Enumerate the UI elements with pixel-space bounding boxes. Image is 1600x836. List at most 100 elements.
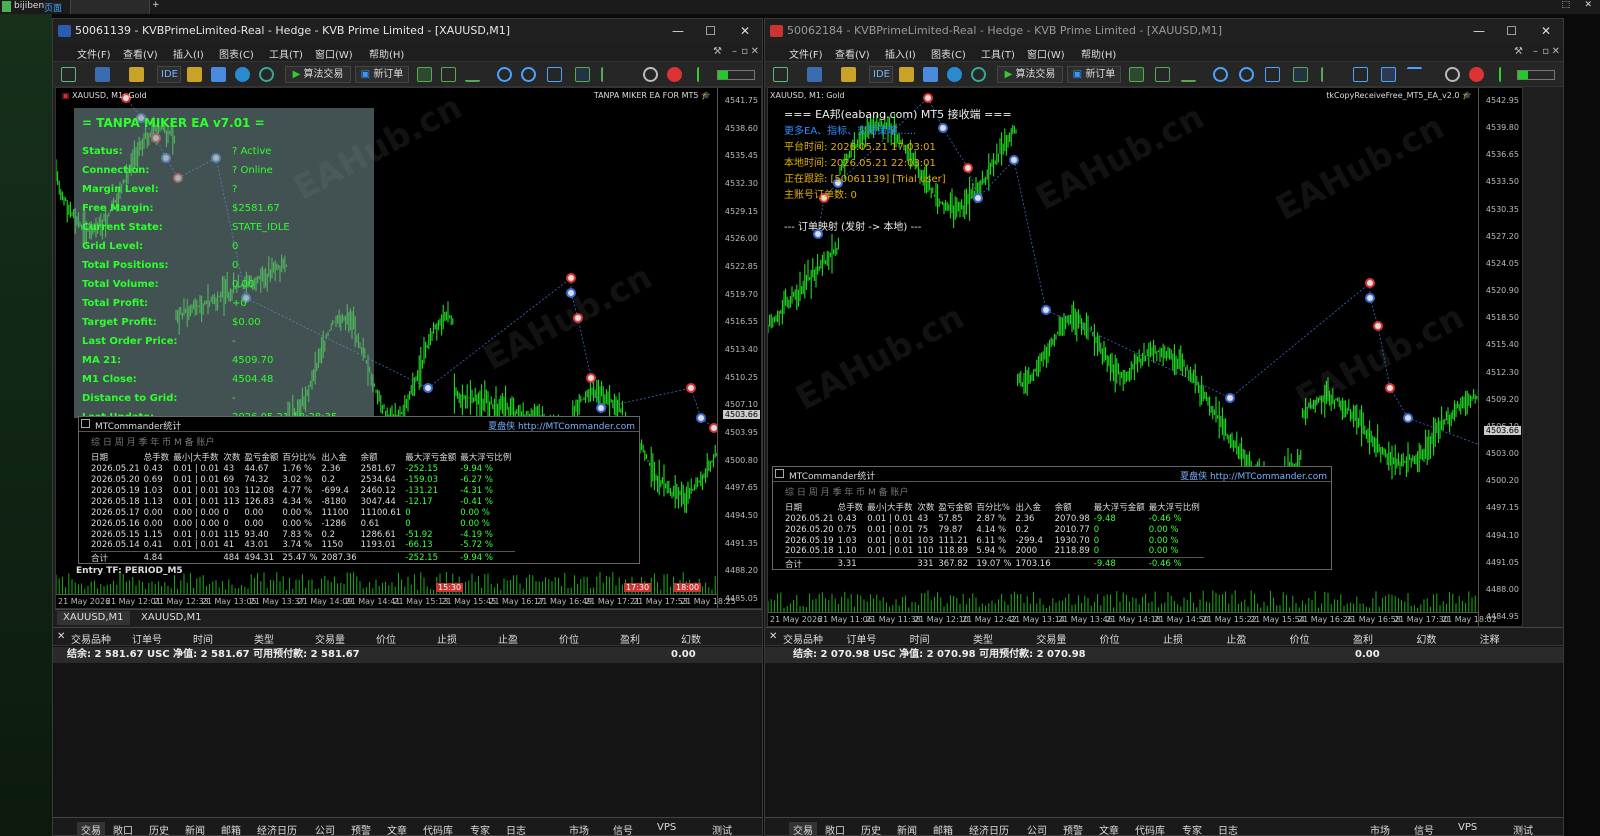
search-icon[interactable] (643, 67, 658, 82)
trade-marker[interactable] (938, 123, 948, 133)
new-order-button[interactable]: ▣ 新订单 (1067, 66, 1121, 83)
maximize-icon[interactable]: ☐ (1506, 19, 1517, 43)
autoscroll-icon[interactable] (1293, 67, 1308, 82)
close-icon[interactable]: ✕ (740, 19, 750, 43)
toolbox-tab[interactable]: 专家 (470, 822, 490, 835)
trade-column-header[interactable]: 止损 (1163, 631, 1183, 646)
menu-help[interactable]: 帮助(H) (369, 46, 404, 61)
menu-window[interactable]: 窗口(W) (315, 46, 353, 61)
restore-child-icon[interactable]: ▫ (741, 46, 748, 57)
lock-icon[interactable] (899, 67, 914, 82)
stats-period-tabs[interactable]: 综 日 周 月 季 年 币 M 备 账户 (91, 435, 215, 448)
zoom-in-icon[interactable] (497, 67, 512, 82)
trade-column-header[interactable]: 止盈 (498, 631, 518, 646)
trade-marker[interactable] (1041, 305, 1051, 315)
toolbox-tab[interactable]: 邮箱 (221, 822, 241, 835)
toolbox-tab[interactable]: 历史 (861, 822, 881, 835)
pin-icon[interactable]: ⚒ (713, 46, 722, 57)
toolbox-tab[interactable]: 专家 (1182, 822, 1202, 835)
grid-icon[interactable] (1265, 67, 1280, 82)
autoscroll-icon[interactable] (575, 67, 590, 82)
maximize-icon[interactable]: ☐ (705, 19, 716, 43)
timeframe-icon[interactable] (95, 67, 110, 82)
zoom-out-icon[interactable] (521, 67, 536, 82)
crosshair-icon[interactable] (1407, 67, 1422, 82)
price-chart[interactable]: EAHub.cn EAHub.cn EAHub.cn ▣ XAUUSD, M1:… (55, 87, 762, 609)
ide-button[interactable]: IDE (157, 66, 181, 83)
trade-column-header[interactable]: 幻数 (1416, 631, 1436, 646)
window-titlebar[interactable]: 50062184 - KVBPrimeLimited-Real - Hedge … (765, 19, 1563, 43)
line-chart-icon[interactable] (465, 67, 480, 82)
cloud-icon[interactable] (211, 67, 226, 82)
cursor-icon[interactable] (1381, 67, 1396, 82)
trade-marker[interactable] (686, 383, 696, 393)
stats-link[interactable]: 夏盘侠 http://MTCommander.com (1180, 469, 1327, 482)
price-chart[interactable]: EAHub.cn EAHub.cn EAHub.cn EAHub.cn XAUU… (767, 87, 1523, 627)
trade-marker[interactable] (973, 193, 983, 203)
menu-file[interactable]: 文件(F) (77, 46, 111, 61)
algo-trading-button[interactable]: ▶ 算法交易 (997, 66, 1063, 83)
cloud-icon[interactable] (923, 67, 938, 82)
collapse-icon[interactable] (81, 419, 90, 428)
menu-insert[interactable]: 插入(I) (885, 46, 916, 61)
trade-column-header[interactable]: 幻数 (681, 631, 701, 646)
search-icon[interactable] (1445, 67, 1460, 82)
toolbox-tab[interactable]: 公司 (315, 822, 335, 835)
trade-column-header[interactable]: 类型 (254, 631, 274, 646)
toolbox-right-link[interactable]: VPS (657, 822, 676, 833)
toolbox-tab[interactable]: 经济日历 (969, 822, 1009, 835)
menu-tools[interactable]: 工具(T) (981, 46, 1015, 61)
algo-trading-button[interactable]: ▶ 算法交易 (285, 66, 351, 83)
trade-marker[interactable] (696, 413, 706, 423)
toolbox-tab[interactable]: 交易 (789, 822, 817, 835)
toolbox-tab[interactable]: 日志 (506, 822, 526, 835)
trade-column-header[interactable]: 注释 (1480, 631, 1500, 646)
signal-icon[interactable] (235, 67, 250, 82)
close-child-icon[interactable]: ✕ (1552, 46, 1560, 57)
chart-type-icon[interactable] (61, 67, 76, 82)
close-child-icon[interactable]: ✕ (751, 46, 759, 57)
notifications-icon[interactable] (1469, 67, 1484, 82)
toolbox-tab[interactable]: 新闻 (897, 822, 917, 835)
trade-marker[interactable] (1009, 155, 1019, 165)
toolbox-tab[interactable]: 交易 (77, 822, 105, 835)
pin-icon[interactable]: ⚒ (1514, 46, 1523, 57)
line-chart-icon[interactable] (1181, 67, 1196, 82)
zoom-out-icon[interactable] (1239, 67, 1254, 82)
trade-column-header[interactable]: 订单号 (846, 631, 876, 646)
trade-column-header[interactable]: 时间 (910, 631, 930, 646)
trade-marker[interactable] (963, 163, 973, 173)
toolbox-tab[interactable]: 预警 (1063, 822, 1083, 835)
window-titlebar[interactable]: 50061139 - KVBPrimeLimited-Real - Hedge … (53, 19, 762, 43)
trade-marker[interactable] (423, 383, 433, 393)
zoom-in-icon[interactable] (1213, 67, 1228, 82)
trade-marker[interactable] (1385, 383, 1395, 393)
new-tab-button[interactable]: + (152, 0, 160, 10)
min-child-icon[interactable]: – (732, 46, 737, 57)
grid-icon[interactable] (547, 67, 562, 82)
trade-column-header[interactable]: 价位 (1290, 631, 1310, 646)
menu-charts[interactable]: 图表(C) (931, 46, 966, 61)
stats-period-tabs[interactable]: 综 日 周 月 季 年 币 M 备 账户 (785, 485, 909, 498)
globe-icon[interactable] (971, 67, 986, 82)
signal-icon[interactable] (947, 67, 962, 82)
minimize-icon[interactable]: — (1473, 19, 1485, 43)
toolbox-tab[interactable]: 邮箱 (933, 822, 953, 835)
stats-link[interactable]: 夏盘侠 http://MTCommander.com (488, 419, 635, 432)
close-icon[interactable]: ✕ (769, 631, 777, 642)
menu-help[interactable]: 帮助(H) (1081, 46, 1116, 61)
minimize-icon[interactable]: — (672, 19, 684, 43)
trade-column-header[interactable]: 止盈 (1226, 631, 1246, 646)
menu-tools[interactable]: 工具(T) (269, 46, 303, 61)
menu-view[interactable]: 查看(V) (835, 46, 870, 61)
trade-marker[interactable] (1365, 278, 1375, 288)
min-child-icon[interactable]: – (1533, 46, 1538, 57)
restore-child-icon[interactable]: ▫ (1542, 46, 1549, 57)
chart-shift-icon[interactable] (601, 67, 616, 82)
trade-column-header[interactable]: 类型 (973, 631, 993, 646)
trade-marker[interactable] (1365, 293, 1375, 303)
toolbox-tab[interactable]: 历史 (149, 822, 169, 835)
lock-icon[interactable] (187, 67, 202, 82)
collapse-icon[interactable] (775, 469, 784, 478)
trade-column-header[interactable]: 止损 (437, 631, 457, 646)
